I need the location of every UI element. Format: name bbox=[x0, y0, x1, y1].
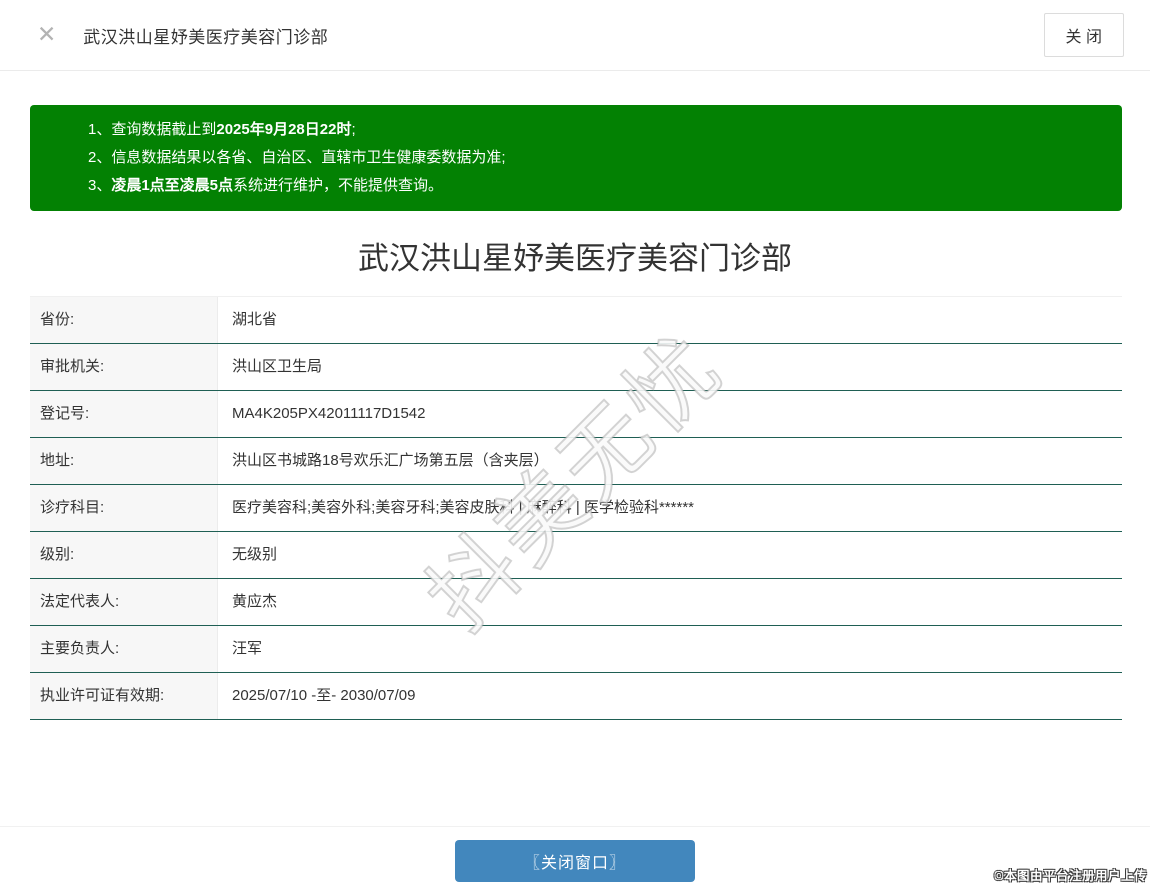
close-window-button[interactable]: 〖关闭窗口〗 bbox=[454, 840, 695, 882]
field-label: 登记号: bbox=[30, 391, 218, 437]
notice-line-number: 3、 bbox=[88, 177, 112, 194]
field-value: 黄应杰 bbox=[232, 593, 278, 610]
row-level: 级别: 无级别 bbox=[30, 532, 1122, 579]
field-label: 省份: bbox=[30, 297, 218, 343]
field-value: 2025/07/10 -至- 2030/07/09 bbox=[232, 687, 416, 704]
notice-line-2: 2、信息数据结果以各省、自治区、直辖市卫生健康委数据为准; bbox=[88, 144, 1102, 172]
row-license-validity: 执业许可证有效期: 2025/07/10 -至- 2030/07/09 bbox=[30, 673, 1122, 720]
row-legal-representative: 法定代表人: 黄应杰 bbox=[30, 579, 1122, 626]
field-label: 主要负责人: bbox=[30, 626, 218, 672]
notice-line-bold: 2025年9月28日22时 bbox=[216, 121, 352, 138]
row-person-in-charge: 主要负责人: 汪军 bbox=[30, 626, 1122, 673]
field-label: 执业许可证有效期: bbox=[30, 673, 218, 719]
notice-line-number: 2、 bbox=[88, 149, 112, 166]
notice-line-bold: 凌晨1点至凌晨5点 bbox=[111, 177, 234, 194]
row-medical-departments: 诊疗科目: 医疗美容科;美容外科;美容牙科;美容皮肤科 | 麻醉科 | 医学检验… bbox=[30, 485, 1122, 532]
field-label: 诊疗科目: bbox=[30, 485, 218, 531]
bottom-divider bbox=[0, 826, 1150, 827]
field-value: 汪军 bbox=[232, 640, 263, 657]
header-bar: ✕ 武汉洪山星妤美医疗美容门诊部 关 闭 bbox=[0, 0, 1150, 71]
notice-line-text: 系统进行维护，不能提供查询。 bbox=[233, 177, 444, 194]
close-button-top[interactable]: 关 闭 bbox=[1043, 13, 1124, 57]
row-approval-authority: 审批机关: 洪山区卫生局 bbox=[30, 344, 1122, 391]
field-label: 审批机关: bbox=[30, 344, 218, 390]
field-label: 地址: bbox=[30, 438, 218, 484]
field-value: 洪山区书城路18号欢乐汇广场第五层（含夹层） bbox=[232, 452, 549, 469]
field-value: 无级别 bbox=[232, 546, 278, 563]
page-title: 武汉洪山星妤美医疗美容门诊部 bbox=[358, 241, 792, 276]
notice-line-1: 1、查询数据截止到2025年9月28日22时; bbox=[88, 116, 1102, 144]
notice-line-number: 1、 bbox=[88, 121, 112, 138]
field-value: 医疗美容科;美容外科;美容牙科;美容皮肤科 | 麻醉科 | 医学检验科*****… bbox=[232, 499, 694, 516]
field-value: MA4K205PX42011117D1542 bbox=[232, 405, 426, 422]
row-address: 地址: 洪山区书城路18号欢乐汇广场第五层（含夹层） bbox=[30, 438, 1122, 485]
notice-line-text: 信息数据结果以各省、自治区、直辖市卫生健康委数据为准; bbox=[111, 149, 506, 166]
field-label: 法定代表人: bbox=[30, 579, 218, 625]
info-table: 省份: 湖北省 审批机关: 洪山区卫生局 登记号: MA4K205PX42011… bbox=[30, 296, 1122, 720]
field-value: 湖北省 bbox=[232, 311, 278, 328]
row-registration-number: 登记号: MA4K205PX42011117D1542 bbox=[30, 391, 1122, 438]
header-title: 武汉洪山星妤美医疗美容门诊部 bbox=[83, 27, 329, 47]
notice-line-3: 3、凌晨1点至凌晨5点系统进行维护，不能提供查询。 bbox=[88, 172, 1102, 200]
row-province: 省份: 湖北省 bbox=[30, 297, 1122, 344]
footer-button-area: 〖关闭窗口〗 bbox=[0, 840, 1150, 882]
notice-line-text: ; bbox=[351, 121, 356, 138]
copyright-watermark: ©本图由平台注册用户上传 bbox=[994, 869, 1147, 883]
field-value: 洪山区卫生局 bbox=[232, 358, 323, 375]
notice-line-text: 查询数据截止到 bbox=[111, 121, 217, 138]
notice-box: 1、查询数据截止到2025年9月28日22时; 2、信息数据结果以各省、自治区、… bbox=[30, 105, 1122, 211]
field-label: 级别: bbox=[30, 532, 218, 578]
close-x-icon[interactable]: ✕ bbox=[37, 23, 56, 47]
